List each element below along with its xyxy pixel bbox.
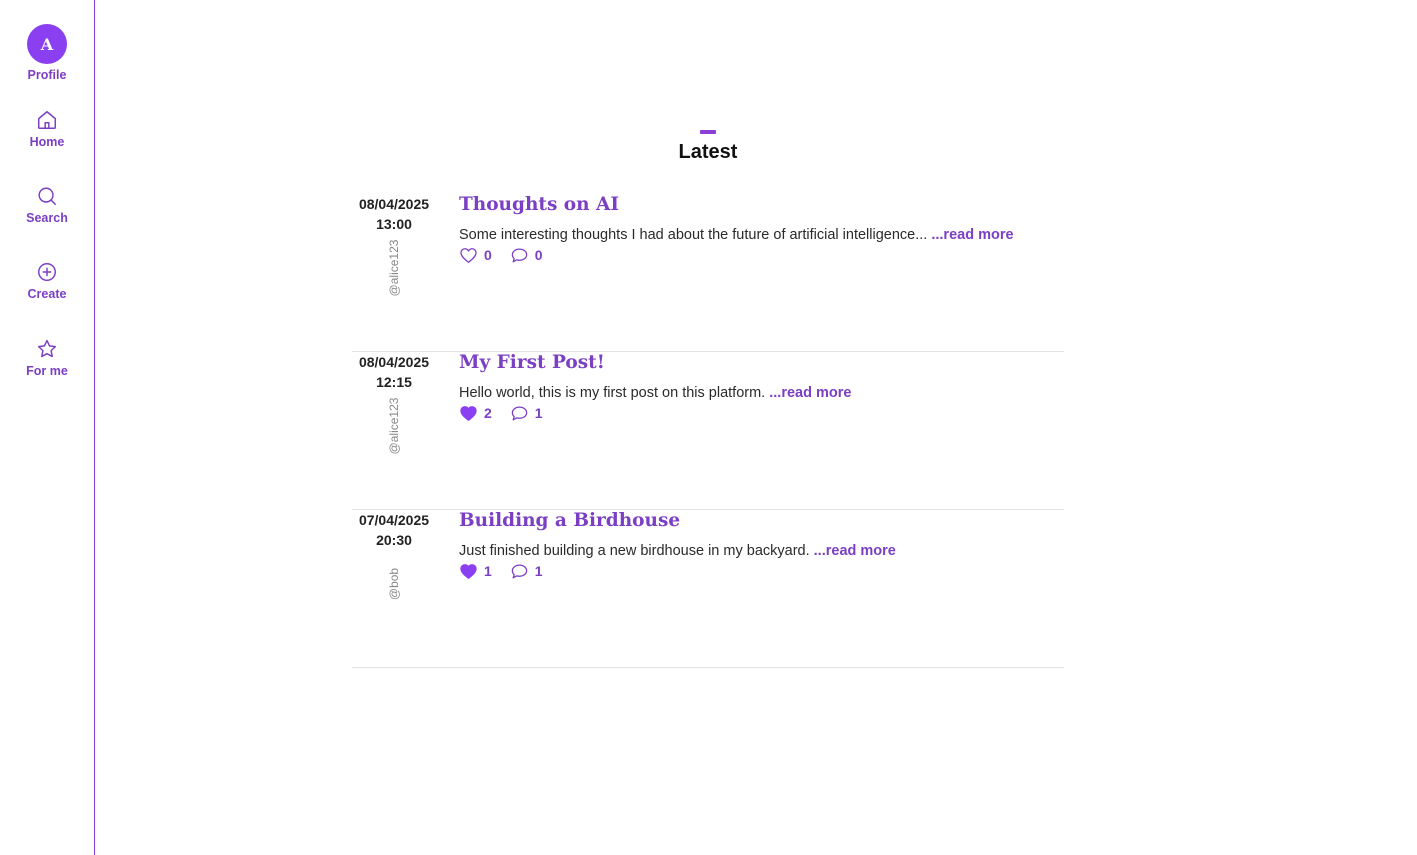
- page-title: Latest: [678, 141, 738, 163]
- like-count: 1: [484, 563, 492, 579]
- heart-filled-icon: [460, 563, 477, 579]
- post-author[interactable]: @alice123: [387, 398, 401, 455]
- sidebar-item-search[interactable]: Search: [0, 185, 94, 225]
- post-time: 12:15: [376, 374, 412, 390]
- post-content: My First Post! Hello world, this is my f…: [459, 352, 1059, 423]
- sidebar-item-profile[interactable]: A Profile: [0, 24, 94, 82]
- post-time: 20:30: [376, 532, 412, 548]
- post-date: 08/04/2025: [358, 196, 430, 212]
- post-author[interactable]: @alice123: [387, 240, 401, 297]
- search-icon: [38, 187, 56, 205]
- sidebar-item-label: For me: [26, 364, 68, 378]
- post-date: 08/04/2025: [358, 354, 430, 370]
- post-excerpt: Hello world, this is my first post on th…: [459, 383, 1059, 403]
- star-icon: [37, 339, 57, 358]
- post-excerpt: Just finished building a new birdhouse i…: [459, 541, 1059, 561]
- post-card: 08/04/2025 13:00 @alice123 Thoughts on A…: [352, 194, 1064, 352]
- comment-button[interactable]: 1: [510, 562, 543, 581]
- sidebar: A Profile Home Search Create For me: [0, 0, 95, 855]
- post-meta: 08/04/2025 13:00: [352, 194, 436, 234]
- post-actions: 0 0: [459, 245, 1059, 265]
- comment-count: 0: [534, 247, 543, 263]
- post-author[interactable]: @bob: [387, 568, 401, 600]
- comment-button[interactable]: 0: [510, 246, 543, 265]
- like-button[interactable]: 1: [459, 562, 492, 581]
- post-content: Thoughts on AI Some interesting thoughts…: [459, 194, 1059, 265]
- avatar[interactable]: A: [27, 24, 67, 64]
- post-excerpt-text: Just finished building a new birdhouse i…: [459, 543, 810, 559]
- read-more-link[interactable]: ...read more: [931, 227, 1013, 243]
- read-more-link[interactable]: ...read more: [769, 385, 851, 401]
- post-title[interactable]: My First Post!: [459, 352, 1059, 374]
- comment-count: 1: [534, 563, 543, 579]
- post-time: 13:00: [376, 216, 412, 232]
- post-date: 07/04/2025: [358, 512, 430, 528]
- app: A Profile Home Search Create For me Late…: [0, 0, 1417, 855]
- home-icon: [38, 111, 56, 129]
- sidebar-item-create[interactable]: Create: [0, 261, 94, 301]
- post-card: 07/04/2025 20:30 @bob Building a Birdhou…: [352, 510, 1064, 668]
- heart-filled-icon: [460, 405, 477, 421]
- post-actions: 2 1: [459, 403, 1059, 423]
- read-more-link[interactable]: ...read more: [814, 543, 896, 559]
- post-author-wrap: @alice123: [384, 396, 404, 456]
- post-card: 08/04/2025 12:15 @alice123 My First Post…: [352, 352, 1064, 510]
- post-actions: 1 1: [459, 561, 1059, 581]
- like-button[interactable]: 2: [459, 404, 492, 423]
- plus-circle-icon: [38, 263, 56, 281]
- sidebar-item-label: Profile: [27, 68, 67, 82]
- sidebar-item-for-me[interactable]: For me: [0, 338, 94, 378]
- feed-header: Latest: [595, 130, 821, 164]
- like-count: 0: [484, 247, 492, 263]
- comment-icon: [511, 564, 528, 578]
- post-author-wrap: @alice123: [384, 238, 404, 298]
- post-title[interactable]: Thoughts on AI: [459, 194, 1059, 216]
- title-accent-bar: [700, 130, 716, 134]
- post-excerpt-text: Hello world, this is my first post on th…: [459, 385, 766, 401]
- sidebar-item-label: Search: [26, 211, 68, 225]
- sidebar-item-home[interactable]: Home: [0, 109, 94, 149]
- post-excerpt: Some interesting thoughts I had about th…: [459, 225, 1059, 245]
- post-meta: 07/04/2025 20:30: [352, 510, 436, 550]
- post-meta: 08/04/2025 12:15: [352, 352, 436, 392]
- sidebar-item-label: Create: [27, 287, 67, 301]
- comment-button[interactable]: 1: [510, 404, 543, 423]
- post-author-wrap: @bob: [384, 554, 404, 614]
- like-button[interactable]: 0: [459, 246, 492, 265]
- post-title[interactable]: Building a Birdhouse: [459, 510, 1059, 532]
- sidebar-item-label: Home: [29, 135, 65, 149]
- heart-outline-icon: [460, 247, 477, 263]
- comment-icon: [511, 406, 528, 420]
- comment-icon: [511, 248, 528, 262]
- post-content: Building a Birdhouse Just finished build…: [459, 510, 1059, 581]
- like-count: 2: [484, 405, 492, 421]
- comment-count: 1: [534, 405, 543, 421]
- post-excerpt-text: Some interesting thoughts I had about th…: [459, 227, 928, 243]
